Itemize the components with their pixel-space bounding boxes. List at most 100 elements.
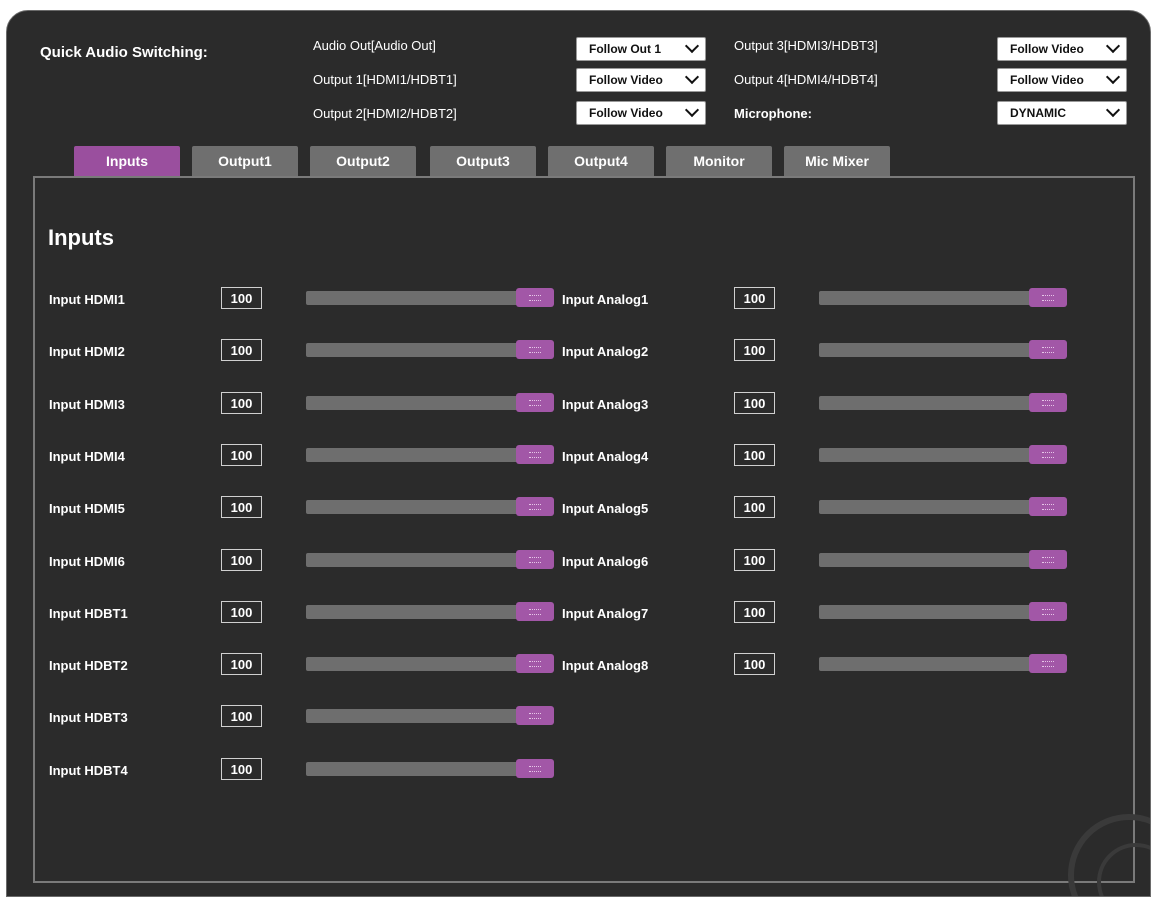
- chevron-down-icon: [1105, 102, 1121, 118]
- tab-output2[interactable]: Output2: [310, 146, 416, 176]
- input-label: Input Analog1: [562, 292, 649, 307]
- grip-icon: [1042, 451, 1054, 458]
- chevron-down-icon: [684, 38, 700, 54]
- output2-select[interactable]: Follow Video: [576, 101, 706, 125]
- input-label: Input HDMI4: [49, 449, 125, 464]
- volume-slider-handle[interactable]: [516, 706, 554, 725]
- output4-label: Output 4[HDMI4/HDBT4]: [734, 72, 878, 87]
- inputs-panel: [33, 176, 1135, 883]
- grip-icon: [529, 451, 541, 458]
- volume-slider-handle[interactable]: [1029, 288, 1067, 307]
- output2-label: Output 2[HDMI2/HDBT2]: [313, 106, 457, 121]
- chevron-down-icon: [1105, 69, 1121, 85]
- grip-icon: [529, 556, 541, 563]
- output3-select-value: Follow Video: [1010, 42, 1084, 56]
- volume-slider-handle[interactable]: [1029, 602, 1067, 621]
- volume-slider-handle[interactable]: [1029, 497, 1067, 516]
- output1-label: Output 1[HDMI1/HDBT1]: [313, 72, 457, 87]
- volume-value-field[interactable]: 100: [221, 287, 262, 309]
- grip-icon: [529, 346, 541, 353]
- volume-value-field[interactable]: 100: [734, 601, 775, 623]
- volume-slider-handle[interactable]: [516, 550, 554, 569]
- volume-slider-handle[interactable]: [1029, 340, 1067, 359]
- tab-output3[interactable]: Output3: [430, 146, 536, 176]
- input-label: Input Analog2: [562, 344, 649, 359]
- grip-icon: [1042, 294, 1054, 301]
- volume-slider-handle[interactable]: [1029, 654, 1067, 673]
- tab-monitor[interactable]: Monitor: [666, 146, 772, 176]
- volume-slider-handle[interactable]: [516, 602, 554, 621]
- input-label: Input Analog8: [562, 658, 649, 673]
- audio-out-label: Audio Out[Audio Out]: [313, 38, 436, 53]
- volume-slider-handle[interactable]: [516, 340, 554, 359]
- volume-value-field[interactable]: 100: [734, 653, 775, 675]
- input-label: Input HDBT1: [49, 606, 128, 621]
- input-label: Input HDBT3: [49, 710, 128, 725]
- grip-icon: [1042, 346, 1054, 353]
- grip-icon: [1042, 556, 1054, 563]
- grip-icon: [529, 294, 541, 301]
- volume-value-field[interactable]: 100: [221, 601, 262, 623]
- chevron-down-icon: [684, 69, 700, 85]
- input-label: Input Analog3: [562, 397, 649, 412]
- microphone-select[interactable]: DYNAMIC: [997, 101, 1127, 125]
- output1-select[interactable]: Follow Video: [576, 68, 706, 92]
- volume-slider-handle[interactable]: [1029, 550, 1067, 569]
- grip-icon: [1042, 660, 1054, 667]
- volume-value-field[interactable]: 100: [221, 758, 262, 780]
- chevron-down-icon: [684, 102, 700, 118]
- output3-select[interactable]: Follow Video: [997, 37, 1127, 61]
- volume-value-field[interactable]: 100: [221, 444, 262, 466]
- volume-value-field[interactable]: 100: [221, 705, 262, 727]
- chevron-down-icon: [1105, 38, 1121, 54]
- volume-value-field[interactable]: 100: [221, 653, 262, 675]
- volume-value-field[interactable]: 100: [734, 287, 775, 309]
- input-label: Input Analog4: [562, 449, 649, 464]
- input-label: Input Analog5: [562, 501, 649, 516]
- volume-value-field[interactable]: 100: [221, 339, 262, 361]
- input-label: Input HDMI1: [49, 292, 125, 307]
- output2-select-value: Follow Video: [589, 106, 663, 120]
- grip-icon: [529, 503, 541, 510]
- input-label: Input HDMI6: [49, 554, 125, 569]
- tab-output1[interactable]: Output1: [192, 146, 298, 176]
- grip-icon: [529, 712, 541, 719]
- volume-value-field[interactable]: 100: [734, 496, 775, 518]
- tab-mic-mixer[interactable]: Mic Mixer: [784, 146, 890, 176]
- volume-value-field[interactable]: 100: [221, 392, 262, 414]
- panel-title: Inputs: [48, 225, 114, 250]
- audio-out-select[interactable]: Follow Out 1: [576, 37, 706, 61]
- output3-label: Output 3[HDMI3/HDBT3]: [734, 38, 878, 53]
- volume-slider-handle[interactable]: [516, 759, 554, 778]
- volume-slider-handle[interactable]: [516, 445, 554, 464]
- microphone-select-value: DYNAMIC: [1010, 106, 1066, 120]
- microphone-label: Microphone:: [734, 106, 812, 121]
- tab-output4[interactable]: Output4: [548, 146, 654, 176]
- input-label: Input HDBT4: [49, 763, 128, 778]
- volume-value-field[interactable]: 100: [221, 496, 262, 518]
- volume-slider-handle[interactable]: [516, 654, 554, 673]
- volume-slider-handle[interactable]: [1029, 393, 1067, 412]
- volume-slider-handle[interactable]: [516, 497, 554, 516]
- tab-inputs[interactable]: Inputs: [74, 146, 180, 176]
- grip-icon: [529, 608, 541, 615]
- input-label: Input HDMI3: [49, 397, 125, 412]
- volume-value-field[interactable]: 100: [221, 549, 262, 571]
- volume-slider-handle[interactable]: [1029, 445, 1067, 464]
- output4-select[interactable]: Follow Video: [997, 68, 1127, 92]
- input-label: Input Analog7: [562, 606, 649, 621]
- volume-value-field[interactable]: 100: [734, 444, 775, 466]
- input-label: Input HDBT2: [49, 658, 128, 673]
- volume-value-field[interactable]: 100: [734, 392, 775, 414]
- grip-icon: [529, 399, 541, 406]
- volume-value-field[interactable]: 100: [734, 549, 775, 571]
- grip-icon: [1042, 503, 1054, 510]
- audio-out-select-value: Follow Out 1: [589, 42, 661, 56]
- output4-select-value: Follow Video: [1010, 73, 1084, 87]
- volume-slider-handle[interactable]: [516, 288, 554, 307]
- volume-value-field[interactable]: 100: [734, 339, 775, 361]
- audio-settings-window: Quick Audio Switching: Audio Out[Audio O…: [6, 10, 1151, 897]
- output1-select-value: Follow Video: [589, 73, 663, 87]
- volume-slider-handle[interactable]: [516, 393, 554, 412]
- quick-audio-switching-title: Quick Audio Switching:: [40, 44, 208, 61]
